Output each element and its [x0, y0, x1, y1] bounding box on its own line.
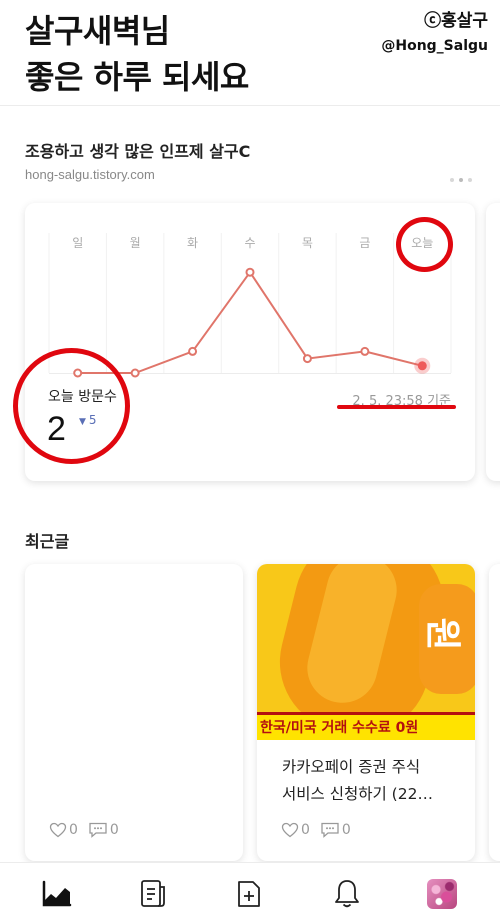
heart-icon: [281, 822, 299, 838]
chart-series-line: [77, 270, 423, 374]
bottom-navigation: [0, 862, 500, 919]
chart-point: [188, 346, 198, 356]
watermark-line-1: ⓒ홍살구: [424, 11, 488, 31]
post-meta: 0 0: [281, 822, 361, 838]
chart-point: [130, 368, 140, 378]
post-title: 카카오페이 증권 주식 서비스 신청하기 (22…: [282, 754, 457, 808]
nav-posts[interactable]: [136, 877, 170, 911]
posts-icon: [141, 880, 165, 907]
like-count: 0: [69, 822, 78, 838]
today-highlight-circle: [396, 217, 453, 272]
chart-point: [245, 267, 255, 277]
post-card[interactable]: 0 0: [25, 564, 243, 861]
greeting: 살구새벽님 좋은 하루 되세요: [25, 8, 249, 100]
notification-icon: [335, 880, 359, 908]
like-count: 0: [301, 822, 310, 838]
greeting-line-2: 좋은 하루 되세요: [25, 58, 249, 96]
chart-day-label: 수: [244, 236, 255, 250]
post-title-line-2: 서비스 신청하기 (22…: [282, 785, 433, 803]
card-pager: [450, 178, 472, 182]
blog-url[interactable]: hong-salgu.tistory.com: [25, 167, 155, 182]
next-stats-card[interactable]: [486, 203, 500, 481]
chart-point: [360, 346, 370, 356]
thumbnail-text: 원: [421, 617, 463, 651]
post-thumbnail: 원 한국/미국 거래 수수료 0원: [257, 564, 475, 740]
blog-name[interactable]: 조용하고 생각 많은 인프제 살구C: [25, 138, 250, 162]
next-post-card[interactable]: [489, 564, 500, 861]
stats-icon: [42, 880, 72, 907]
chart-day-label: 목: [302, 236, 313, 250]
visitors-highlight-circle: [13, 348, 130, 464]
nav-profile[interactable]: [425, 877, 459, 911]
recent-posts-title: 최근글: [25, 532, 70, 551]
pager-dot: [468, 178, 472, 182]
comment-icon: [321, 822, 339, 838]
timestamp-underline: [337, 405, 456, 409]
new-post-icon: [238, 881, 260, 907]
heart-icon: [49, 822, 67, 838]
greeting-line-1: 살구새벽님: [25, 12, 170, 50]
pager-dot: [450, 178, 454, 182]
chart-point: [302, 354, 312, 364]
watermark-line-2: @Hong_Salgu: [381, 38, 488, 54]
avatar: [427, 879, 457, 909]
chart-day-label: 금: [359, 236, 370, 250]
thumbnail-banner-text: 한국/미국 거래 수수료 0원: [260, 720, 419, 736]
header-divider: [0, 105, 500, 106]
nav-notifications[interactable]: [330, 877, 364, 911]
post-title-line-1: 카카오페이 증권 주식: [282, 758, 421, 776]
pager-dot-active: [459, 178, 463, 182]
comment-count: 0: [341, 822, 351, 838]
post-card[interactable]: 원 한국/미국 거래 수수료 0원 카카오페이 증권 주식 서비스 신청하기 (…: [257, 564, 475, 861]
nav-new-post[interactable]: [232, 877, 266, 911]
comment-icon: [89, 822, 107, 838]
thumbnail-banner: 한국/미국 거래 수수료 0원: [257, 712, 475, 740]
watermark: ⓒ홍살구 @Hong_Salgu: [381, 10, 488, 57]
chart-day-label: 월: [130, 236, 141, 250]
comment-count: 0: [109, 822, 119, 838]
nav-stats[interactable]: [40, 877, 74, 911]
post-meta: 0 0: [49, 822, 129, 838]
chart-day-label: 화: [187, 236, 198, 250]
chart-day-label: 일: [72, 236, 83, 250]
chart-point-today: [417, 361, 427, 371]
